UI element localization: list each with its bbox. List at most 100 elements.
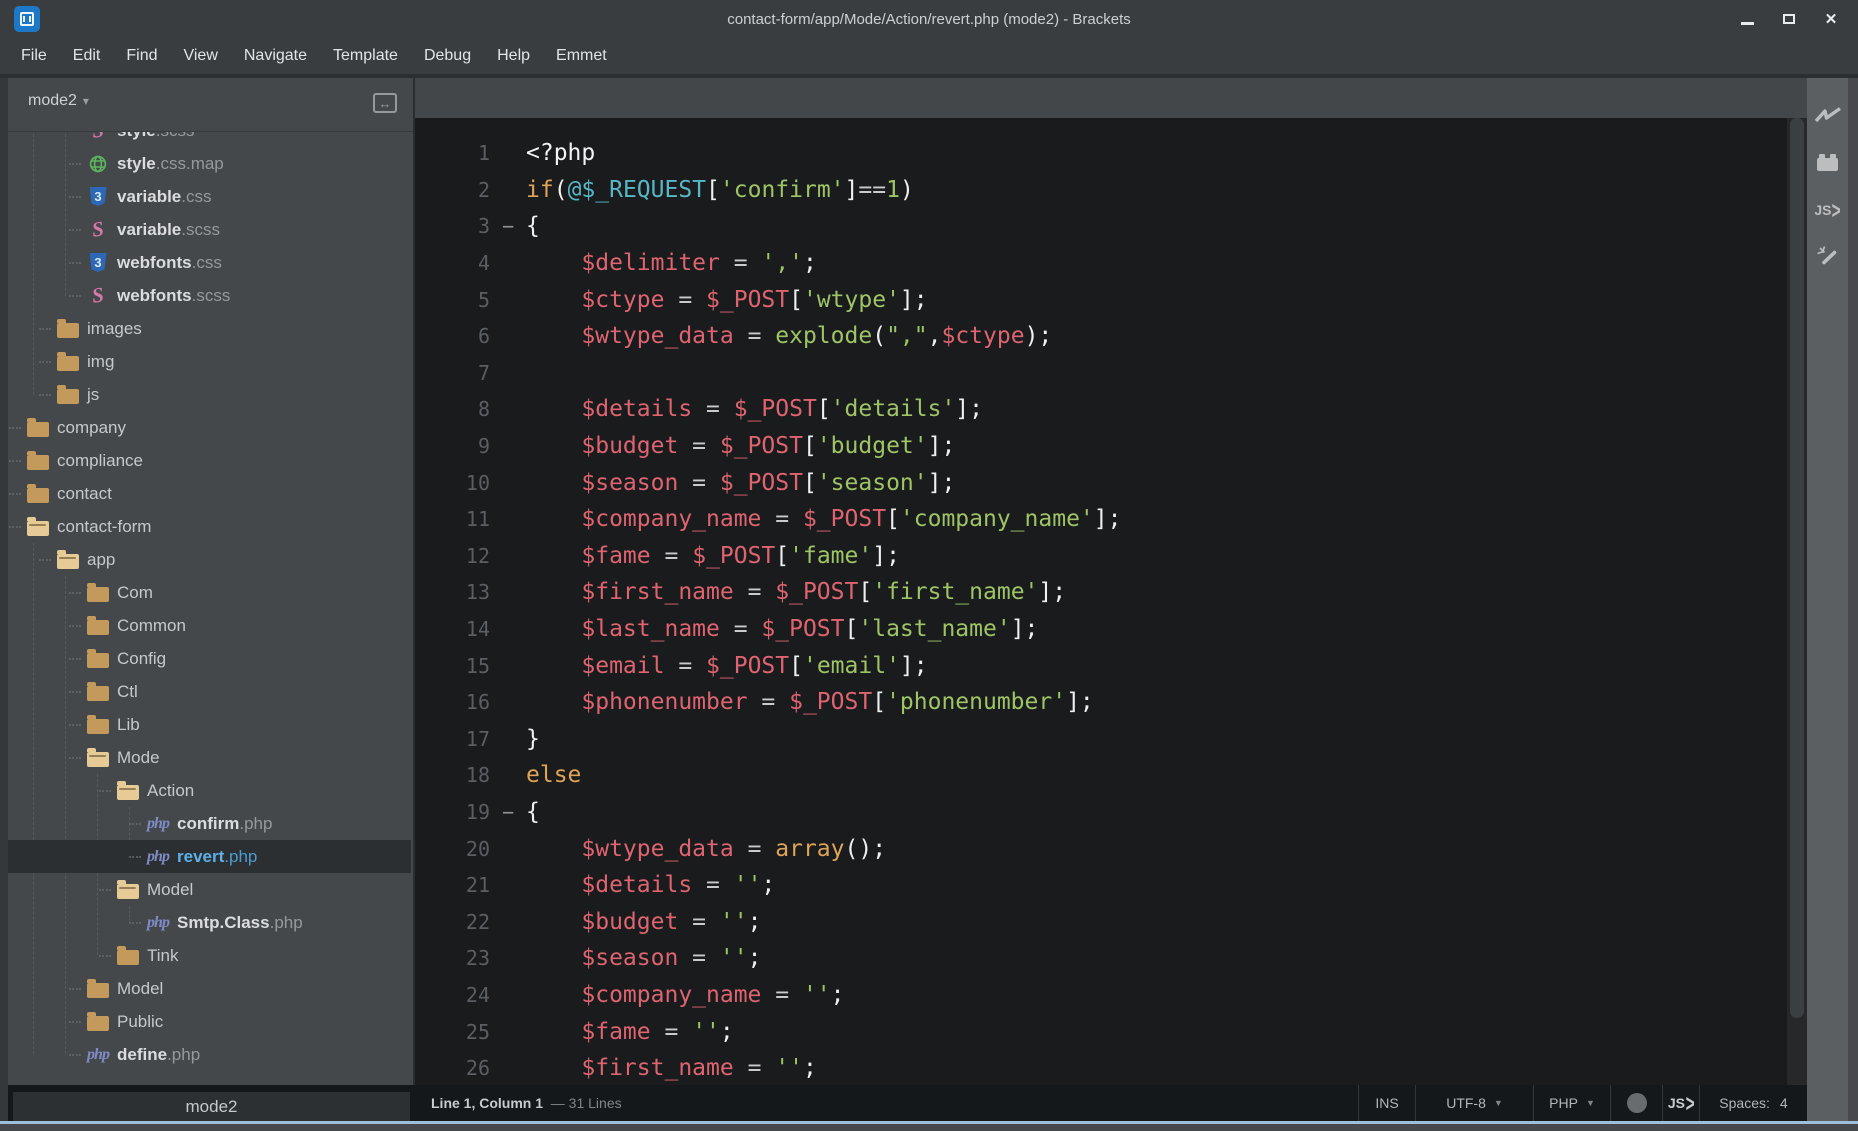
- tree-item-label: Common: [117, 615, 186, 635]
- tree-file-revert[interactable]: php revert.php: [8, 840, 411, 873]
- tree-folder-images[interactable]: images: [8, 312, 411, 345]
- tree-folder-company[interactable]: company: [8, 411, 411, 444]
- tree-folder-js[interactable]: js: [8, 378, 411, 411]
- tree-file-variable[interactable]: Svariable.scss: [8, 213, 411, 246]
- encoding-selector[interactable]: UTF-8 ▼: [1415, 1085, 1533, 1121]
- tree-item-label: webfonts.css: [117, 252, 222, 272]
- tree-folder-contact-form[interactable]: contact-form: [8, 510, 411, 543]
- tree-folder-model[interactable]: Model: [8, 873, 411, 906]
- maximize-button[interactable]: [1768, 0, 1810, 38]
- tree-folder-lib[interactable]: Lib: [8, 708, 411, 741]
- tree-item-label: Tink: [147, 945, 179, 965]
- scrollbar-thumb[interactable]: [1790, 118, 1804, 1018]
- indentation-setting[interactable]: Spaces: 4: [1699, 1085, 1807, 1121]
- project-switcher-dropdown[interactable]: mode2 ▾: [28, 92, 89, 110]
- tree-item-label: company: [57, 417, 126, 437]
- code-text: $email = $_POST['email'];: [581, 652, 928, 679]
- code-text: $phonenumber = $_POST['phonenumber'];: [581, 689, 1094, 716]
- code-area[interactable]: 1 <?php 2 if(@$_REQUEST['confirm']==1) 3−{4 …: [415, 118, 1787, 1085]
- fold-marker[interactable]: −: [490, 800, 526, 824]
- folder-icon: [27, 417, 49, 437]
- code-line-14: 14 $last_name = $_POST['last_name'];: [415, 611, 1787, 648]
- php-file-icon: php: [147, 913, 170, 931]
- code-line-2: 2 if(@$_REQUEST['confirm']==1): [415, 172, 1787, 209]
- code-text: $season = $_POST['season'];: [581, 469, 956, 496]
- tree-item-label: Config: [117, 648, 167, 668]
- cursor-info[interactable]: Line 1, Column 1 — 31 Lines: [431, 1085, 622, 1121]
- tree-item-label: Action: [147, 780, 195, 800]
- tree-file-style[interactable]: style.css.map: [8, 147, 411, 180]
- menu-view[interactable]: View: [170, 38, 230, 74]
- folder-icon: [87, 615, 109, 635]
- close-button[interactable]: ✕: [1810, 0, 1852, 38]
- tree-folder-contact[interactable]: contact: [8, 477, 411, 510]
- close-icon: ✕: [1824, 10, 1838, 28]
- tree-connector: [39, 360, 51, 363]
- extension-manager-icon[interactable]: [1807, 139, 1848, 186]
- menu-help[interactable]: Help: [484, 38, 543, 74]
- menu-find[interactable]: Find: [113, 38, 170, 74]
- editor-scrollbar[interactable]: [1787, 118, 1807, 1085]
- jshint-status[interactable]: JS >: [1662, 1085, 1699, 1121]
- tree-folder-tink[interactable]: Tink: [8, 939, 411, 972]
- code-line-22: 22 $budget = '';: [415, 903, 1787, 940]
- menu-emmet[interactable]: Emmet: [543, 38, 620, 74]
- split-view-button[interactable]: ↔: [373, 93, 397, 113]
- tree-file-smtp.class[interactable]: php Smtp.Class.php: [8, 906, 411, 939]
- line-number: 22: [465, 909, 490, 934]
- tree-folder-model[interactable]: Model: [8, 972, 411, 1005]
- tree-file-confirm[interactable]: php confirm.php: [8, 807, 411, 840]
- tree-folder-action[interactable]: Action: [8, 774, 411, 807]
- tree-connector: [69, 1053, 81, 1056]
- tree-connector: [69, 294, 81, 297]
- tree-connector: [69, 987, 81, 990]
- menu-navigate[interactable]: Navigate: [231, 38, 320, 74]
- folder-icon: [27, 450, 49, 470]
- editor-pane[interactable]: 1 <?php 2 if(@$_REQUEST['confirm']==1) 3−{4 …: [415, 78, 1807, 1085]
- tree-folder-com[interactable]: Com: [8, 576, 411, 609]
- live-preview-icon[interactable]: [1807, 92, 1848, 139]
- tree-file-webfonts[interactable]: 3 webfonts.css: [8, 246, 411, 279]
- tree-file-webfonts[interactable]: Swebfonts.scss: [8, 279, 411, 312]
- extension-toolbar: JS >: [1807, 78, 1848, 1124]
- tree-file-variable[interactable]: 3 variable.css: [8, 180, 411, 213]
- code-text: $budget = $_POST['budget'];: [581, 433, 956, 460]
- title-bar: contact-form/app/Mode/Action/revert.php …: [0, 0, 1858, 38]
- tree-item-label: js: [87, 384, 100, 404]
- line-number: 26: [465, 1056, 490, 1081]
- tree-folder-common[interactable]: Common: [8, 609, 411, 642]
- sourcemap-globe-icon: [88, 154, 108, 174]
- menu-file[interactable]: File: [8, 38, 60, 74]
- beautify-wand-icon[interactable]: [1807, 233, 1848, 280]
- code-text: else: [526, 762, 582, 789]
- tree-folder-public[interactable]: Public: [8, 1005, 411, 1038]
- jshint-icon[interactable]: JS >: [1807, 186, 1848, 233]
- tree-folder-app[interactable]: app: [8, 543, 411, 576]
- line-number: 11: [465, 507, 490, 532]
- project-name-tooltip: mode2: [13, 1092, 410, 1121]
- tree-item-label: Mode: [117, 747, 160, 767]
- tree-folder-mode[interactable]: Mode: [8, 741, 411, 774]
- tree-folder-img[interactable]: img: [8, 345, 411, 378]
- menu-debug[interactable]: Debug: [411, 38, 484, 74]
- menu-template[interactable]: Template: [320, 38, 411, 74]
- code-line-11: 11 $company_name = $_POST['company_name'…: [415, 501, 1787, 538]
- code-line-7: 7: [415, 355, 1787, 392]
- tree-item-label: app: [87, 549, 116, 569]
- minimize-button[interactable]: [1726, 0, 1768, 38]
- tree-file-define[interactable]: php define.php: [8, 1038, 411, 1071]
- folder-icon: [57, 351, 79, 371]
- code-text: if(@$_REQUEST['confirm']==1): [526, 176, 914, 203]
- code-line-10: 10 $season = $_POST['season'];: [415, 464, 1787, 501]
- line-number: 1: [477, 141, 490, 166]
- tree-folder-compliance[interactable]: compliance: [8, 444, 411, 477]
- tree-folder-config[interactable]: Config: [8, 642, 411, 675]
- code-line-5: 5 $ctype = $_POST['wtype'];: [415, 281, 1787, 318]
- line-number: 12: [465, 543, 490, 568]
- tree-folder-ctl[interactable]: Ctl: [8, 675, 411, 708]
- fold-marker[interactable]: −: [490, 214, 526, 238]
- insert-mode-indicator[interactable]: INS: [1358, 1085, 1415, 1121]
- language-selector[interactable]: PHP ▼: [1533, 1085, 1610, 1121]
- menu-edit[interactable]: Edit: [60, 38, 114, 74]
- extension-status-indicator[interactable]: [1610, 1085, 1662, 1121]
